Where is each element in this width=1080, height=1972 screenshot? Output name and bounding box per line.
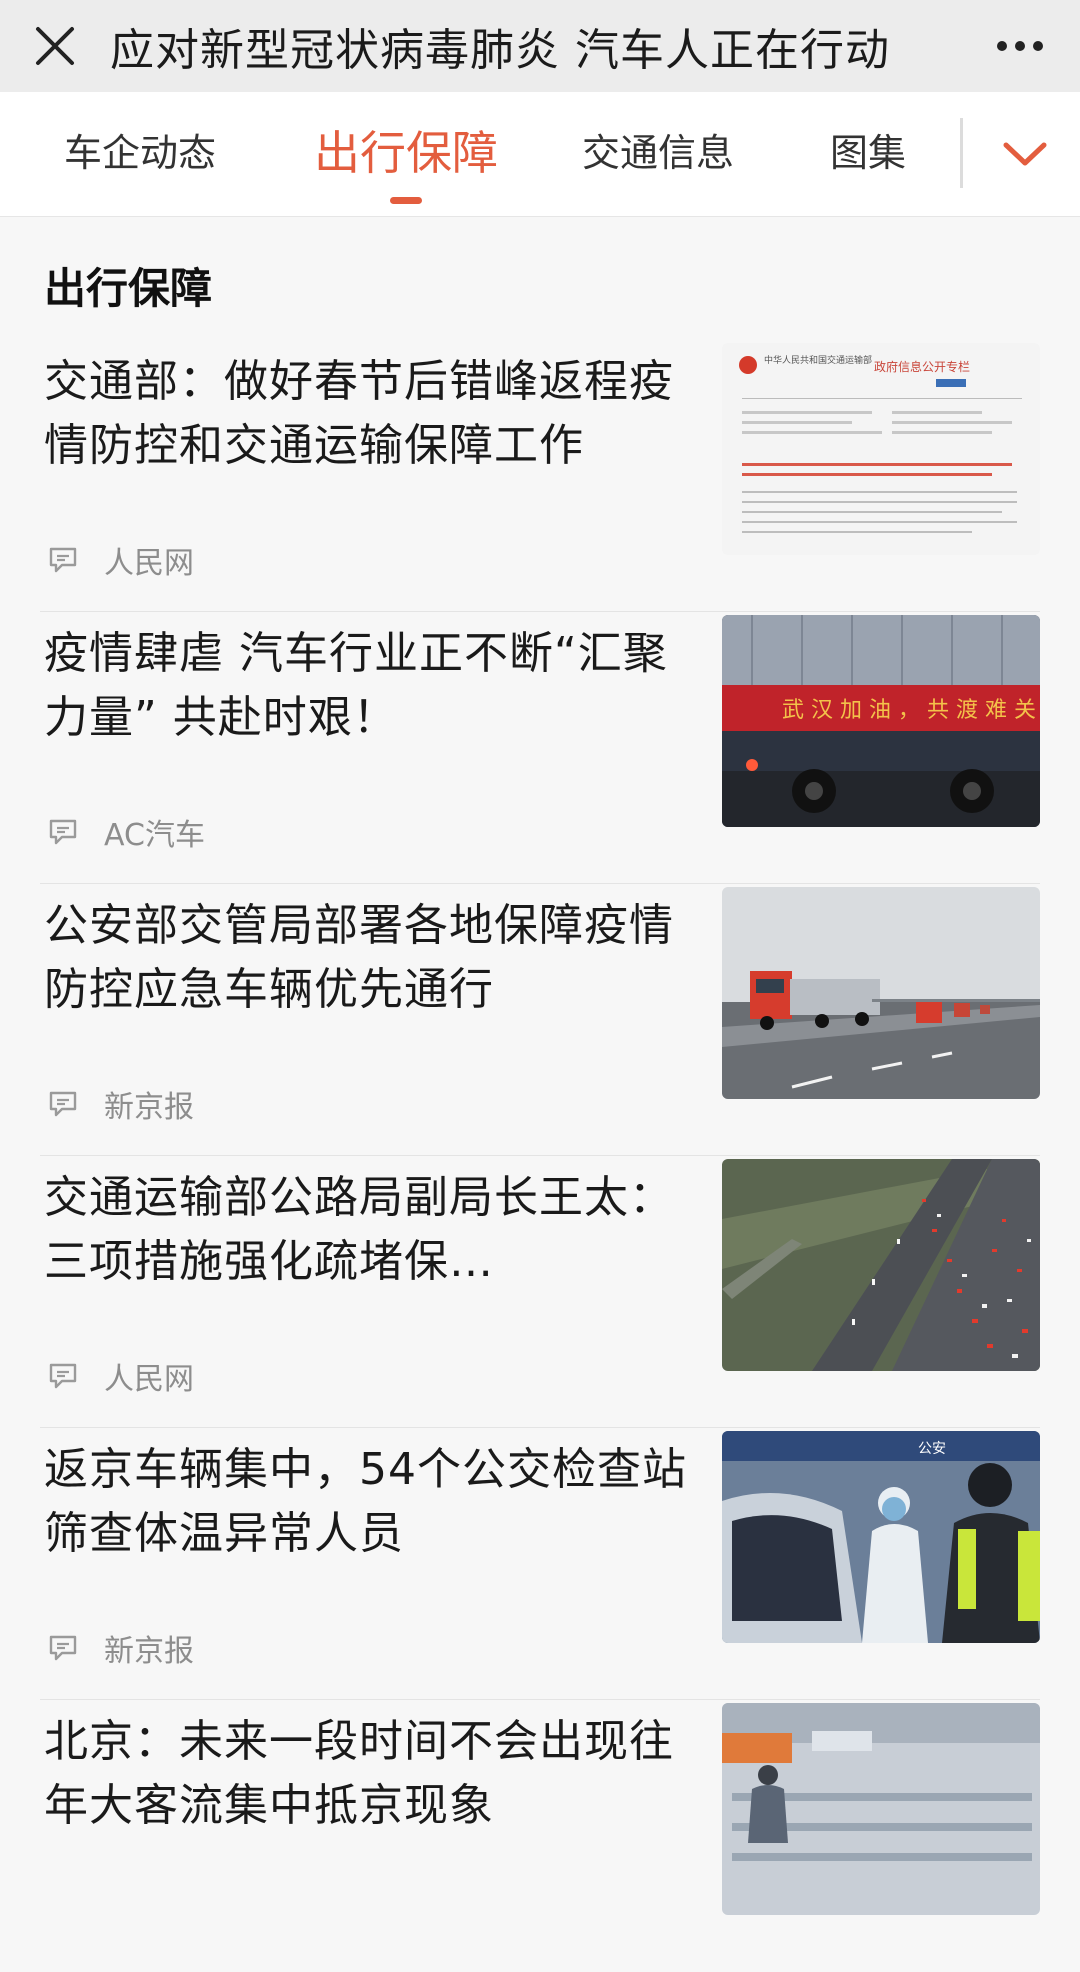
active-tab-indicator [390,197,422,204]
tab-gallery[interactable]: 图集 [830,92,906,216]
article-thumbnail: 中华人民共和国交通运输部 政府信息公开专栏 [722,343,1040,555]
svg-text:武 汉 加 油 ， 共 渡 难 关: 武 汉 加 油 ， 共 渡 难 关 [782,698,1036,723]
close-icon [36,27,74,65]
tab-travel-guarantee[interactable]: 出行保障 [314,92,498,216]
tab-traffic-info[interactable]: 交通信息 [582,92,734,216]
article-meta: 新京报 [48,1082,194,1126]
article-list: 交通部：做好春节后错峰返程疫情防控和交通运输保障工作 人民网 中华人民共和国交通… [0,340,1080,1972]
chevron-down-icon [1003,142,1047,166]
more-button[interactable] [990,18,1050,74]
article-title: 疫情肆虐 汽车行业正不断“汇聚力量” 共赴时艰！ [44,628,668,743]
section-title: 出行保障 [44,264,213,313]
truck-image: 武 汉 加 油 ， 共 渡 难 关 [722,615,1040,827]
category-tabs: 车企动态 出行保障 交通信息 图集 [0,92,1080,217]
comment-icon [49,1363,77,1389]
article-thumbnail [722,1159,1040,1371]
station-hall-image [722,1703,1040,1915]
article-source: 人民网 [104,1362,194,1397]
article-title: 交通运输部公路局副局长王太：三项措施强化疏堵保… [44,1172,674,1287]
comment-icon [49,547,77,573]
highway-trucks-image [722,887,1040,1099]
close-button[interactable] [0,0,110,92]
tab-divider [960,118,963,188]
svg-text:中华人民共和国交通运输部: 中华人民共和国交通运输部 [764,354,872,366]
article-thumbnail [722,887,1040,1099]
article-title: 北京：未来一段时间不会出现往年大客流集中抵京现象 [44,1716,674,1831]
document-image: 中华人民共和国交通运输部 政府信息公开专栏 [722,343,1040,555]
article-meta: AC汽车 [48,810,205,854]
list-item[interactable]: 疫情肆虐 汽车行业正不断“汇聚力量” 共赴时艰！ AC汽车 武 汉 加 油 ， … [0,612,1080,884]
comment-icon [49,1635,77,1661]
article-source: 人民网 [104,546,194,581]
article-meta: 新京报 [48,1626,194,1670]
list-item[interactable]: 北京：未来一段时间不会出现往年大客流集中抵京现象 [0,1700,1080,1972]
article-title: 公安部交管局部署各地保障疫情防控应急车辆优先通行 [44,900,674,1015]
page-title: 应对新型冠状病毒肺炎 汽车人正在行动 [110,25,890,76]
article-meta: 人民网 [48,538,194,582]
article-title: 交通部：做好春节后错峰返程疫情防控和交通运输保障工作 [44,356,674,471]
article-title: 返京车辆集中，54个公交检查站筛查体温异常人员 [44,1444,687,1559]
more-icon [997,41,1043,51]
list-item[interactable]: 公安部交管局部署各地保障疫情防控应急车辆优先通行 新京报 [0,884,1080,1156]
article-source: 新京报 [104,1090,194,1125]
tab-car-company-news[interactable]: 车企动态 [64,92,216,216]
list-item[interactable]: 交通运输部公路局副局长王太：三项措施强化疏堵保… 人民网 [0,1156,1080,1428]
article-source: 新京报 [104,1634,194,1669]
comment-icon [49,819,77,845]
traffic-aerial-image [722,1159,1040,1371]
svg-text:政府信息公开专栏: 政府信息公开专栏 [874,359,970,374]
expand-tabs-button[interactable] [985,112,1065,196]
svg-text:公安: 公安 [918,1441,946,1457]
list-item[interactable]: 返京车辆集中，54个公交检查站筛查体温异常人员 新京报 公安 [0,1428,1080,1700]
list-item[interactable]: 交通部：做好春节后错峰返程疫情防控和交通运输保障工作 人民网 中华人民共和国交通… [0,340,1080,612]
top-bar: 应对新型冠状病毒肺炎 汽车人正在行动 [0,0,1080,92]
checkpoint-image: 公安 [722,1431,1040,1643]
article-thumbnail: 武 汉 加 油 ， 共 渡 难 关 [722,615,1040,827]
article-meta: 人民网 [48,1354,194,1398]
article-thumbnail [722,1703,1040,1915]
article-thumbnail: 公安 [722,1431,1040,1643]
comment-icon [49,1091,77,1117]
article-source: AC汽车 [104,818,205,853]
